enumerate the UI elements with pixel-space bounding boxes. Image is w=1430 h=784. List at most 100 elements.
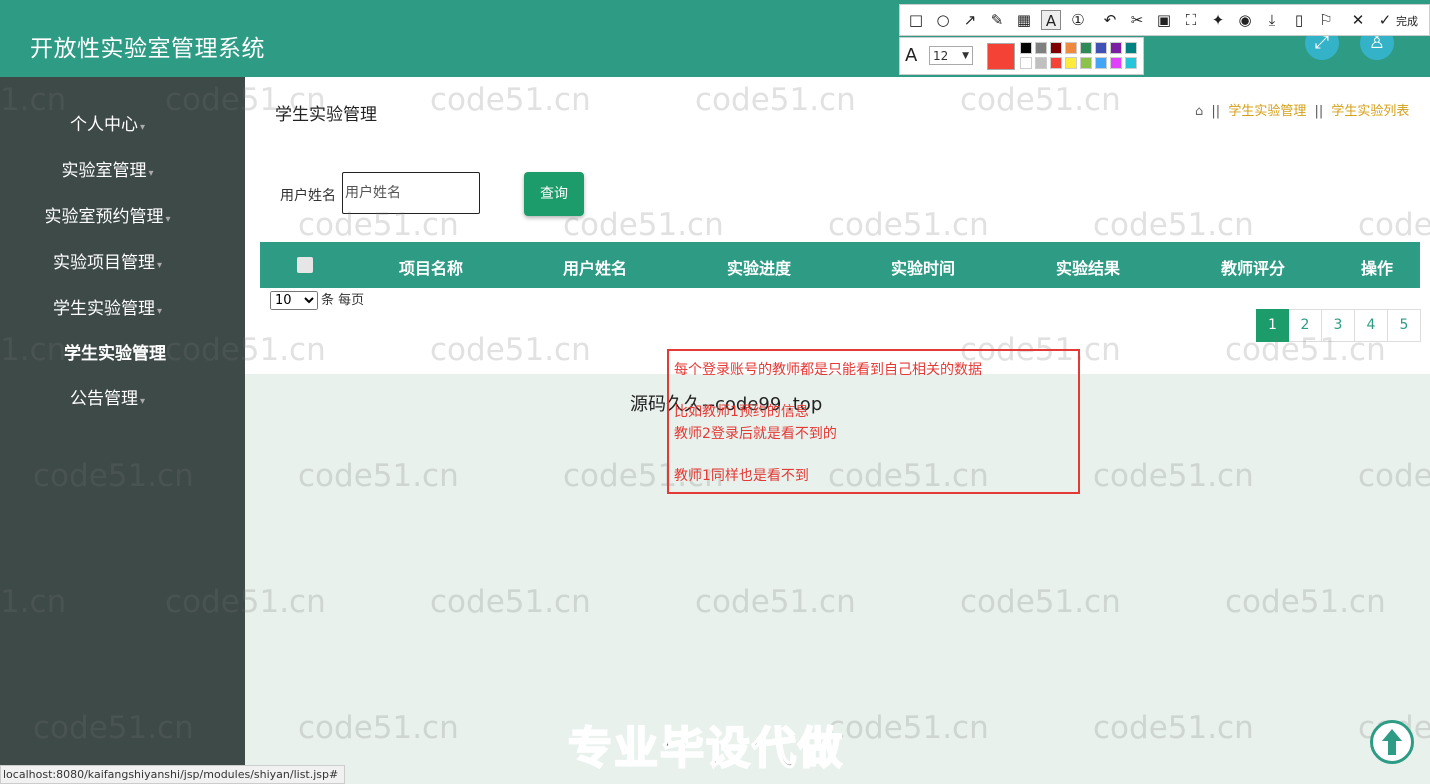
text-icon[interactable]: A — [1041, 10, 1061, 30]
caret-down-icon: ▾ — [165, 214, 171, 225]
color-swatch[interactable] — [1065, 57, 1077, 69]
caret-down-icon: ▾ — [139, 122, 146, 133]
mosaic-icon[interactable]: ▦ — [1014, 10, 1034, 30]
column-header: 教师评分 — [1221, 259, 1286, 278]
record-icon[interactable]: ✦ — [1208, 10, 1228, 30]
check-icon[interactable]: ✓ — [1375, 10, 1395, 30]
sidebar-item-lab-booking[interactable]: 实验室预约管理 ▾ — [0, 202, 215, 227]
page-button[interactable]: 1 — [1256, 309, 1289, 342]
color-swatch[interactable] — [1080, 42, 1092, 54]
color-swatch[interactable] — [1035, 57, 1047, 69]
color-swatch[interactable] — [1020, 57, 1032, 69]
annotation-text: 比如教师1预约的信息 — [674, 404, 809, 420]
download-icon[interactable]: ⤓ — [1262, 10, 1282, 30]
app-title: 开放性实验室管理系统 — [30, 36, 265, 62]
page-button[interactable]: 3 — [1322, 309, 1355, 342]
pin-icon[interactable]: ▣ — [1154, 10, 1174, 30]
breadcrumb-level2: 学生实验列表 — [1331, 104, 1410, 119]
page-button[interactable]: 2 — [1289, 309, 1322, 342]
column-header: 实验结果 — [1056, 259, 1121, 278]
annotation-text: 教师2登录后就是看不到的 — [674, 426, 837, 442]
sidebar-item-project-management[interactable]: 实验项目管理 ▾ — [0, 248, 215, 273]
watermark-text: code51.cn — [1225, 584, 1386, 620]
breadcrumb: ⌂ || 学生实验管理 || 学生实验列表 — [1195, 104, 1410, 119]
sidebar-subitem-student-experiment[interactable]: 学生实验管理 — [0, 339, 230, 364]
bookmark-icon[interactable]: ⚐ — [1316, 10, 1336, 30]
sidebar-item-personal-center[interactable]: 个人中心 ▾ — [0, 110, 215, 135]
caret-down-icon: ▾ — [156, 260, 163, 271]
color-swatch[interactable] — [1095, 42, 1107, 54]
pen-icon[interactable]: ✎ — [987, 10, 1007, 30]
done-button[interactable]: 完成 — [1396, 13, 1418, 29]
scroll-to-top-button[interactable] — [1370, 720, 1414, 764]
sidebar-item-announcements[interactable]: 公告管理 ▾ — [0, 384, 215, 409]
close-icon[interactable]: ✕ — [1348, 10, 1368, 30]
number-icon[interactable]: ① — [1068, 10, 1088, 30]
content-panel — [245, 77, 1430, 374]
color-swatch[interactable] — [1050, 57, 1062, 69]
column-header: 用户姓名 — [563, 259, 628, 278]
save-icon[interactable]: ▯ — [1289, 10, 1309, 30]
pagination: 1 2 3 4 5 — [1256, 309, 1421, 342]
column-header: 实验时间 — [891, 259, 956, 278]
watermark-text: code51.cn — [1358, 458, 1430, 494]
rectangle-icon[interactable]: □ — [906, 10, 926, 30]
arrow-up-icon — [1382, 729, 1402, 755]
color-swatch[interactable] — [1080, 57, 1092, 69]
color-swatch[interactable] — [1125, 57, 1137, 69]
search-label: 用户姓名 — [280, 188, 336, 204]
screenshot-toolbar: □ ○ ↗ ✎ ▦ A ① ↶ ✂ ▣ ⛶ ✦ ◉ ⤓ ▯ ⚐ ✕ ✓ 完成 — [899, 4, 1430, 36]
column-header: 项目名称 — [399, 259, 464, 278]
ellipse-icon[interactable]: ○ — [933, 10, 953, 30]
watermark-text: code51.cn — [1093, 710, 1254, 746]
caret-down-icon: ▾ — [156, 306, 163, 317]
font-size-select[interactable]: 12 ▼ — [929, 46, 973, 65]
watermark-text: code51.cn — [298, 710, 459, 746]
color-swatch[interactable] — [1110, 57, 1122, 69]
column-header: 操作 — [1361, 259, 1394, 278]
ocr-icon[interactable]: ✂ — [1127, 10, 1147, 30]
annotation-text: 教师1同样也是看不到 — [674, 468, 809, 484]
caret-down-icon: ▾ — [139, 396, 146, 407]
target-icon[interactable]: ◉ — [1235, 10, 1255, 30]
current-color-swatch[interactable] — [987, 43, 1015, 70]
sidebar: 个人中心 ▾ 实验室管理 ▾ 实验室预约管理 ▾ 实验项目管理 ▾ 学生实验管理 ▾ 学生… — [0, 77, 245, 782]
text-style-bar: A 12 ▼ — [899, 37, 1144, 75]
long-capture-icon[interactable]: ⛶ — [1181, 10, 1201, 30]
select-all-checkbox[interactable] — [297, 257, 313, 273]
watermark-text: code51.cn — [960, 584, 1121, 620]
annotation-text: 每个登录账号的教师都是只能看到自己相关的数据 — [674, 362, 982, 378]
sidebar-item-student-experiment[interactable]: 学生实验管理 ▾ — [0, 294, 215, 319]
breadcrumb-level1[interactable]: 学生实验管理 — [1228, 104, 1306, 119]
color-swatch[interactable] — [1065, 42, 1077, 54]
query-button[interactable]: 查询 — [524, 172, 584, 216]
username-search-input[interactable] — [342, 172, 480, 214]
watermark-text: code51.cn — [430, 584, 591, 620]
color-swatch[interactable] — [1035, 42, 1047, 54]
chevron-down-icon: ▼ — [962, 51, 969, 61]
table-header: 项目名称 用户姓名 实验进度 实验时间 实验结果 教师评分 操作 — [260, 242, 1420, 288]
page-title: 学生实验管理 — [275, 105, 377, 125]
color-swatch[interactable] — [1020, 42, 1032, 54]
page-size-suffix: 条 每页 — [321, 293, 365, 308]
caret-down-icon: ▾ — [148, 168, 154, 179]
watermark-text: code51.cn — [695, 584, 856, 620]
column-header: 实验进度 — [727, 259, 792, 278]
watermark-text: code51.cn — [828, 710, 989, 746]
page-size-select[interactable]: 10 — [270, 291, 318, 310]
page-size-control: 10条 每页 — [270, 289, 364, 310]
font-icon: A — [905, 45, 918, 66]
undo-icon[interactable]: ↶ — [1100, 10, 1120, 30]
arrow-icon[interactable]: ↗ — [960, 10, 980, 30]
status-bar-url: localhost:8080/kaifangshiyanshi/jsp/modu… — [0, 765, 346, 784]
color-swatch[interactable] — [1110, 42, 1122, 54]
promo-watermark-text: 专业毕设代做 — [567, 722, 844, 775]
watermark-text: code51.cn — [298, 458, 459, 494]
color-swatch[interactable] — [1050, 42, 1062, 54]
page-button[interactable]: 5 — [1388, 309, 1421, 342]
color-swatch[interactable] — [1125, 42, 1137, 54]
home-icon[interactable]: ⌂ — [1195, 104, 1203, 119]
page-button[interactable]: 4 — [1355, 309, 1388, 342]
sidebar-item-lab-management[interactable]: 实验室管理 ▾ — [0, 156, 215, 181]
color-swatch[interactable] — [1095, 57, 1107, 69]
